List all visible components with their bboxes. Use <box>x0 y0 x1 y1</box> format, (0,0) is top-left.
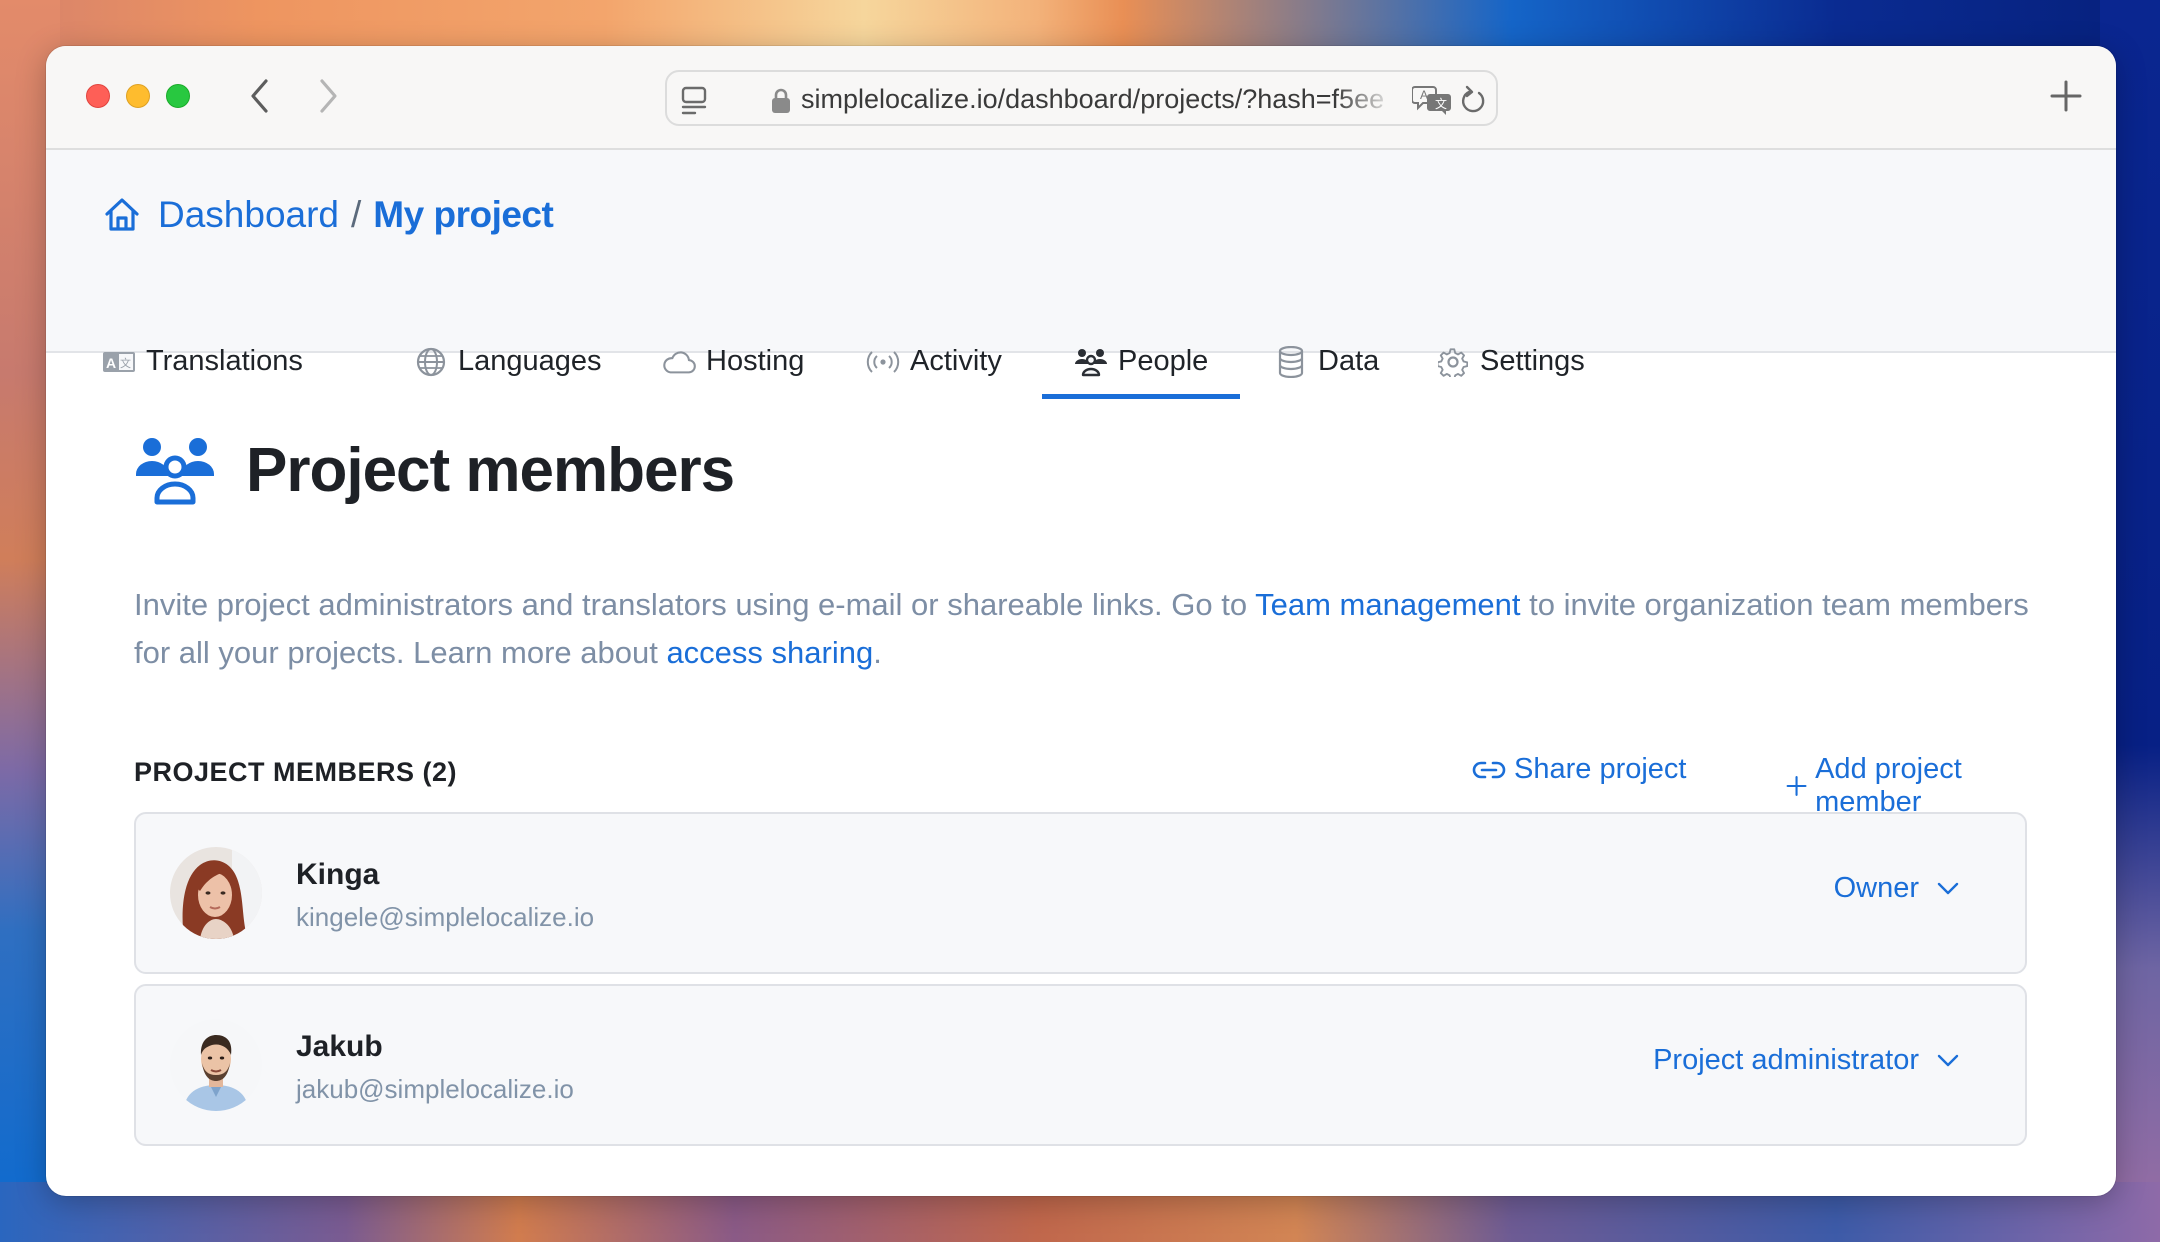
tab-label: Activity <box>910 345 1002 377</box>
add-project-member-label: Add project member <box>1815 753 1962 818</box>
members-count-label: PROJECT MEMBERS (2) <box>134 757 458 787</box>
translations-icon: A文 <box>102 345 136 379</box>
access-sharing-link[interactable]: access sharing <box>666 635 873 670</box>
broadcast-icon <box>866 345 900 379</box>
members-section-header: PROJECT MEMBERS (2) Share project Add pr… <box>134 753 2027 818</box>
avatar <box>170 1019 262 1111</box>
team-management-link[interactable]: Team management <box>1255 587 1520 622</box>
add-project-member-button[interactable]: Add project member <box>1786 753 2027 819</box>
people-group-icon <box>136 437 214 504</box>
breadcrumb-separator: / <box>351 194 362 235</box>
member-name: Kinga <box>296 858 380 891</box>
gear-icon <box>1436 345 1470 379</box>
back-icon <box>251 79 268 113</box>
member-card: Kinga kingele@simplelocalize.io Owner <box>134 812 2027 974</box>
forward-icon <box>320 79 337 113</box>
tab-label: Settings <box>1480 345 1585 377</box>
svg-text:文: 文 <box>120 356 131 370</box>
link-icon <box>1472 761 1506 778</box>
home-icon[interactable] <box>102 195 142 235</box>
svg-text:A: A <box>106 355 116 371</box>
back-button[interactable] <box>239 76 279 116</box>
role-label: Owner <box>1833 872 1919 904</box>
url-text[interactable]: simplelocalize.io/dashboard/projects/?ha… <box>801 84 1395 116</box>
people-icon <box>1074 345 1108 379</box>
breadcrumb-dashboard-link[interactable]: Dashboard <box>158 194 339 236</box>
browser-toolbar: simplelocalize.io/dashboard/projects/?ha… <box>46 46 2116 150</box>
svg-text:A: A <box>1420 88 1428 102</box>
tab-languages[interactable]: Languages <box>414 330 602 393</box>
address-bar[interactable]: simplelocalize.io/dashboard/projects/?ha… <box>665 70 1498 126</box>
zoom-window-button[interactable] <box>166 84 190 108</box>
page-description: Invite project administrators and transl… <box>134 581 2034 677</box>
breadcrumb: Dashboard / My project <box>102 190 554 240</box>
globe-icon <box>414 345 448 379</box>
page-title-row: Project members <box>134 435 735 506</box>
close-window-button[interactable] <box>86 84 110 108</box>
member-card: Jakub jakub@simplelocalize.io Project ad… <box>134 984 2027 1146</box>
database-icon <box>1274 345 1308 379</box>
tab-label: People <box>1118 345 1209 377</box>
sidebar-icon[interactable] <box>681 86 707 116</box>
tab-label: Data <box>1318 345 1380 377</box>
tab-people[interactable]: People <box>1041 330 1241 399</box>
lock-icon <box>772 88 790 113</box>
tab-data[interactable]: Data <box>1274 330 1379 393</box>
chevron-down-icon <box>1937 882 1959 894</box>
cloud-icon <box>662 345 696 379</box>
tab-hosting[interactable]: Hosting <box>662 330 804 393</box>
member-name: Jakub <box>296 1030 383 1063</box>
breadcrumb-current-project[interactable]: My project <box>373 194 554 236</box>
reload-icon[interactable] <box>1459 84 1487 116</box>
tab-translations[interactable]: A文 Translations <box>102 330 303 393</box>
tab-label: Translations <box>146 345 303 377</box>
new-tab-icon[interactable] <box>2048 78 2084 114</box>
role-dropdown[interactable]: Owner <box>1834 872 1959 905</box>
share-project-label: Share project <box>1514 753 1687 785</box>
member-email: jakub@simplelocalize.io <box>296 1074 574 1104</box>
role-dropdown[interactable]: Project administrator <box>1653 1044 1959 1077</box>
role-label: Project administrator <box>1653 1044 1919 1076</box>
browser-window: simplelocalize.io/dashboard/projects/?ha… <box>46 46 2116 1196</box>
avatar <box>170 847 262 939</box>
plus-icon <box>1786 776 1807 796</box>
tab-label: Hosting <box>706 345 805 377</box>
member-email: kingele@simplelocalize.io <box>296 902 595 932</box>
translate-icon[interactable]: A 文 <box>1412 84 1454 116</box>
project-header: Dashboard / My project A文 Translations L… <box>46 150 2116 399</box>
chevron-down-icon <box>1937 1054 1959 1066</box>
share-project-button[interactable]: Share project <box>1472 753 1687 786</box>
description-text: . <box>873 635 882 670</box>
tab-activity[interactable]: Activity <box>866 330 1002 393</box>
svg-text:文: 文 <box>1435 96 1447 111</box>
page-title: Project members <box>246 436 735 505</box>
tab-label: Languages <box>458 345 602 377</box>
forward-button[interactable] <box>309 76 349 116</box>
tab-settings[interactable]: Settings <box>1436 330 1585 393</box>
minimize-window-button[interactable] <box>126 84 150 108</box>
description-text: Invite project administrators and transl… <box>134 587 1256 622</box>
